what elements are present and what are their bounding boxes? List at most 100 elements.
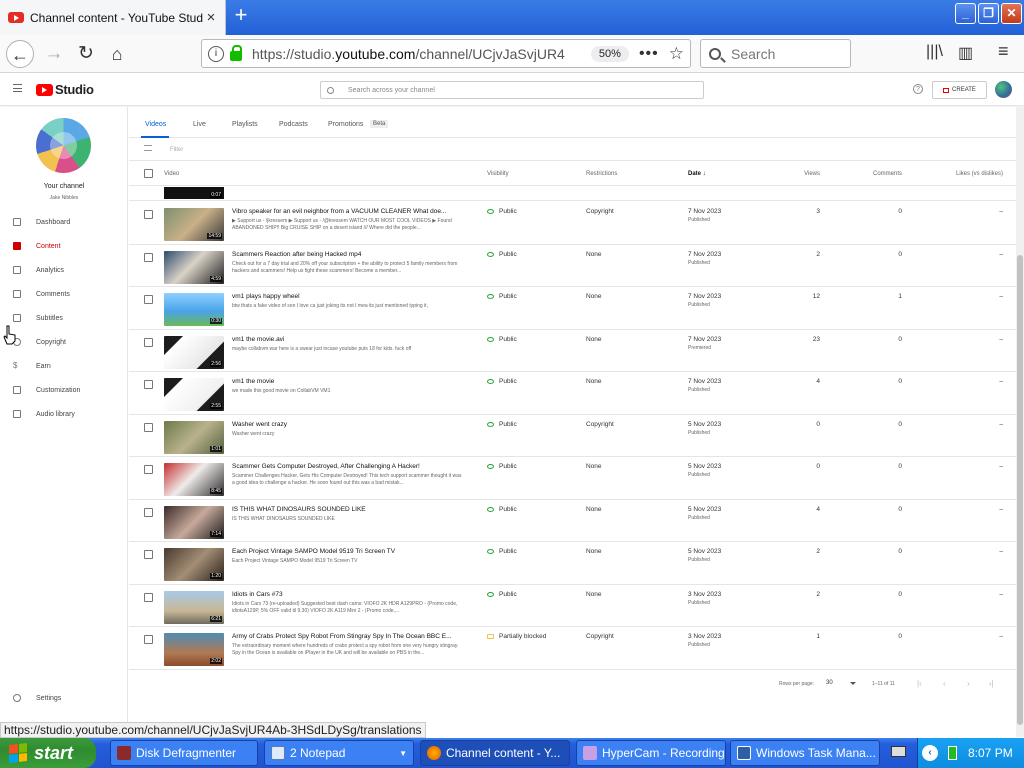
video-title[interactable]: IS THIS WHAT DINOSAURS SOUNDED LIKE — [232, 506, 464, 513]
sidebar-item-content[interactable]: Content — [0, 235, 128, 257]
create-button[interactable]: CREATE — [932, 81, 987, 99]
visibility-cell[interactable]: Public — [487, 548, 517, 555]
visibility-cell[interactable]: Public — [487, 336, 517, 343]
tab-close-icon[interactable]: × — [203, 9, 219, 26]
sidebar-item-dashboard[interactable]: Dashboard — [0, 211, 128, 233]
restrictions-value[interactable]: None — [586, 506, 602, 513]
back-button[interactable]: ← — [6, 40, 34, 68]
row-checkbox[interactable] — [144, 337, 153, 347]
row-checkbox[interactable] — [144, 295, 153, 304]
url-text[interactable]: https://studio.youtube.com/channel/UCjvJ… — [252, 46, 591, 62]
restrictions-value[interactable]: Copyright — [586, 633, 614, 640]
previous-page-button[interactable]: ‹ — [943, 679, 946, 688]
first-page-button[interactable]: |‹ — [917, 679, 922, 688]
video-title[interactable]: vm1 plays happy wheel — [232, 293, 464, 300]
battery-icon[interactable] — [948, 746, 957, 760]
hamburger-menu-icon[interactable] — [13, 84, 22, 92]
forward-button[interactable]: → — [40, 40, 68, 68]
channel-search-input[interactable]: Search across your channel — [320, 81, 704, 99]
video-title[interactable]: Each Project Vintage SAMPO Model 9519 Tr… — [232, 548, 464, 555]
select-all-checkbox[interactable] — [144, 169, 153, 178]
table-row[interactable]: 4:59 Scammers Reaction after being Hacked… — [129, 245, 1016, 287]
visibility-cell[interactable]: Public — [487, 506, 517, 513]
menu-icon[interactable]: ≡ — [998, 41, 1009, 62]
video-title[interactable]: Scammers Reaction after being Hacked mp4 — [232, 251, 464, 258]
visibility-cell[interactable]: Public — [487, 591, 517, 598]
sidebar-item-subtitles[interactable]: Subtitles — [0, 307, 128, 329]
url-bar[interactable]: i https://studio.youtube.com/channel/UCj… — [201, 39, 691, 68]
sidebar-item-settings[interactable]: Settings — [0, 687, 128, 709]
column-likes[interactable]: Likes (vs dislikes) — [939, 171, 1003, 177]
visibility-cell[interactable]: Public — [487, 208, 517, 215]
row-checkbox[interactable] — [144, 422, 153, 432]
restrictions-value[interactable]: Copyright — [586, 208, 614, 215]
scrollbar-thumb[interactable] — [1017, 255, 1023, 725]
restrictions-value[interactable]: None — [586, 463, 602, 470]
taskbar-item-task-manager[interactable]: Windows Task Mana... — [730, 740, 880, 766]
last-page-button[interactable]: ›| — [989, 679, 994, 688]
sidebar-item-audio-library[interactable]: Audio library — [0, 403, 128, 425]
row-checkbox[interactable] — [144, 380, 153, 389]
taskbar-item-firefox[interactable]: Channel content - Y... — [420, 740, 570, 766]
sidebar-toggle-icon[interactable]: ▥ — [958, 43, 973, 63]
video-thumbnail[interactable]: 6:21 — [164, 590, 224, 624]
visibility-cell[interactable]: Partially blocked — [487, 633, 546, 640]
maximize-button[interactable]: ❐ — [978, 3, 999, 24]
video-title[interactable]: Idiots in Cars #73 — [232, 591, 464, 598]
row-checkbox[interactable] — [144, 465, 153, 474]
visibility-cell[interactable]: Public — [487, 251, 517, 258]
video-thumbnail[interactable]: 7:14 — [164, 505, 224, 539]
row-checkbox[interactable] — [144, 550, 153, 559]
table-row[interactable]: 2:02 Army of Crabs Protect Spy Robot From… — [129, 627, 1016, 670]
column-views[interactable]: Views — [769, 171, 820, 177]
zoom-indicator[interactable]: 50% — [590, 45, 629, 62]
start-button[interactable]: start — [0, 738, 96, 768]
restrictions-value[interactable]: None — [586, 293, 602, 300]
site-info-icon[interactable]: i — [208, 45, 224, 62]
video-thumbnail[interactable]: 1:20 — [164, 548, 224, 581]
video-thumbnail[interactable]: 2:55 — [164, 378, 224, 411]
taskbar-item-hypercam[interactable]: HyperCam - Recording — [576, 740, 726, 766]
column-restrictions[interactable]: Restrictions — [586, 171, 617, 177]
video-thumbnail[interactable]: 2:02 — [164, 633, 224, 666]
sidebar-item-comments[interactable]: Comments — [0, 283, 128, 305]
table-row[interactable]: 6:21 Idiots in Cars #73 Idiots in Cars 73 … — [129, 585, 1016, 627]
taskbar-item-notepad[interactable]: 2 Notepad ▼ — [264, 740, 414, 766]
studio-logo[interactable]: Studio — [36, 82, 94, 97]
keyboard-icon[interactable] — [891, 746, 906, 757]
browser-tab-active[interactable]: Channel content - YouTube Studio × — [0, 0, 226, 35]
account-avatar[interactable] — [995, 81, 1012, 98]
video-title[interactable]: Army of Crabs Protect Spy Robot From Sti… — [232, 633, 464, 640]
table-row[interactable]: 7:14 IS THIS WHAT DINOSAURS SOUNDED LIKE I… — [129, 500, 1016, 542]
close-window-button[interactable]: ✕ — [1001, 3, 1022, 24]
sidebar-item-earn[interactable]: $ Earn — [0, 355, 128, 377]
group-dropdown-icon[interactable]: ▼ — [399, 749, 407, 758]
video-thumbnail[interactable]: 4:59 — [164, 250, 224, 284]
channel-avatar[interactable] — [36, 118, 91, 173]
sidebar-item-copyright[interactable]: Copyright — [0, 331, 128, 353]
restrictions-value[interactable]: None — [586, 378, 602, 385]
table-row[interactable]: 14:59 Vibro speaker for an evil neighbor … — [129, 202, 1016, 245]
bookmark-star-icon[interactable]: ☆ — [669, 44, 684, 64]
visibility-cell[interactable]: Public — [487, 463, 517, 470]
restrictions-value[interactable]: None — [586, 591, 602, 598]
row-checkbox[interactable] — [144, 635, 153, 644]
video-thumbnail[interactable]: 1:01 — [164, 420, 224, 454]
video-thumbnail[interactable]: 0:07 — [164, 187, 224, 199]
tab-podcasts[interactable]: Podcasts — [279, 121, 308, 128]
sidebar-item-analytics[interactable]: Analytics — [0, 259, 128, 281]
sidebar-item-customization[interactable]: Customization — [0, 379, 128, 401]
table-row[interactable]: 8:45 Scammer Gets Computer Destroyed, Aft… — [129, 457, 1016, 500]
video-title[interactable]: Washer went crazy — [232, 421, 464, 428]
video-title[interactable]: Scammer Gets Computer Destroyed, After C… — [232, 463, 464, 470]
filter-icon[interactable] — [144, 145, 152, 151]
new-tab-button[interactable]: + — [230, 4, 252, 27]
minimize-button[interactable]: _ — [955, 3, 976, 24]
video-thumbnail[interactable]: 8:45 — [164, 463, 224, 496]
filter-row[interactable]: Filter — [129, 139, 1016, 161]
restrictions-value[interactable]: Copyright — [586, 421, 614, 428]
tab-videos[interactable]: Videos — [145, 121, 166, 128]
table-row[interactable]: 1:20 Each Project Vintage SAMPO Model 951… — [129, 542, 1016, 585]
page-actions-icon[interactable]: ••• — [639, 45, 659, 63]
column-comments[interactable]: Comments — [849, 171, 902, 177]
